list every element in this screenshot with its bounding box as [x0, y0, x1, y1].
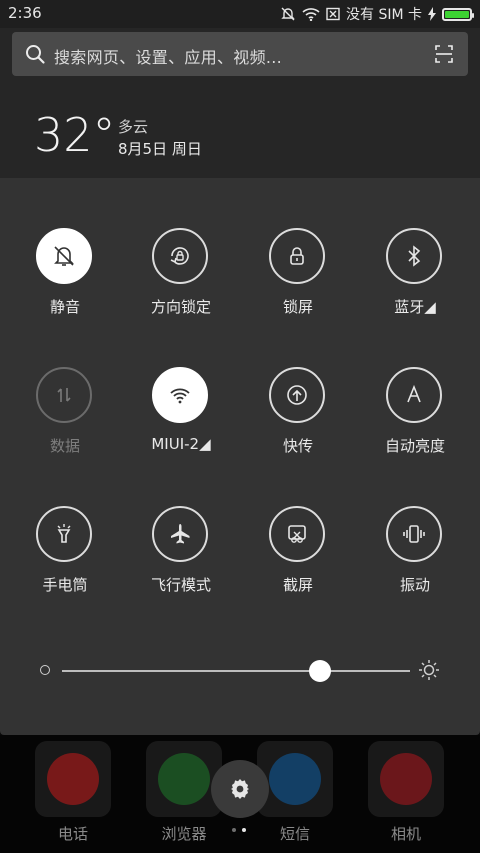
- search-bar[interactable]: 搜索网页、设置、应用、视频...: [12, 32, 468, 76]
- quick-transfer-icon: [269, 367, 325, 423]
- temperature: 32°: [34, 108, 116, 162]
- toggle-bluetooth[interactable]: 蓝牙◢: [360, 228, 470, 338]
- vibrate-icon: [386, 506, 442, 562]
- toggle-label: 锁屏: [282, 298, 313, 316]
- search-icon: [26, 45, 45, 64]
- browser-app-icon: [146, 741, 222, 817]
- toggle-label: 数据: [49, 437, 80, 455]
- camera-app-icon: [368, 741, 444, 817]
- wifi-icon: [302, 8, 320, 21]
- sim-status-text: 没有 SIM 卡: [346, 7, 422, 23]
- brightness-slider[interactable]: [40, 655, 440, 685]
- weather-date: 8月5日 周日: [118, 140, 202, 158]
- phone-app-icon: [35, 741, 111, 817]
- page-dot: [232, 828, 236, 832]
- page-indicator: [232, 828, 246, 832]
- search-placeholder: 搜索网页、设置、应用、视频...: [54, 48, 283, 67]
- app-label: 浏览器: [161, 825, 207, 843]
- mobile-data-icon: [36, 367, 92, 423]
- toggle-label: 静音: [49, 298, 80, 316]
- brightness-track[interactable]: [62, 670, 410, 672]
- toggle-label: 快传: [282, 437, 313, 455]
- bell-off-icon: [36, 228, 92, 284]
- bluetooth-icon: [386, 228, 442, 284]
- flashlight-icon: [36, 506, 92, 562]
- toggle-wifi[interactable]: MIUI-2◢: [126, 367, 236, 477]
- gear-icon: [231, 779, 249, 799]
- status-bar: 2:36 没有 SIM 卡: [0, 0, 480, 28]
- app-label: 电话: [57, 825, 88, 843]
- muted-bell-icon: [281, 7, 295, 21]
- screenshot-icon: [269, 506, 325, 562]
- wifi-icon: [152, 367, 208, 423]
- auto-brightness-icon: [386, 367, 442, 423]
- toggle-lock-screen[interactable]: 锁屏: [243, 228, 353, 338]
- toggle-auto-brightness[interactable]: 自动亮度: [360, 367, 470, 477]
- brightness-high-icon: [419, 660, 439, 680]
- lock-icon: [269, 228, 325, 284]
- toggle-label: 自动亮度: [384, 437, 445, 455]
- brightness-low-icon: [40, 665, 50, 675]
- page-dot-active: [242, 828, 246, 832]
- no-sim-icon: [326, 7, 340, 21]
- charging-icon: [428, 7, 436, 21]
- settings-button[interactable]: [211, 760, 269, 818]
- toggle-label: 蓝牙◢: [394, 298, 436, 316]
- toggle-quick-transfer[interactable]: 快传: [243, 367, 353, 477]
- scan-icon[interactable]: [434, 44, 454, 64]
- toggle-label: MIUI-2◢: [151, 435, 211, 453]
- app-label: 短信: [279, 825, 310, 843]
- messages-app-icon: [257, 741, 333, 817]
- toggle-silent[interactable]: 静音: [10, 228, 120, 338]
- weather-condition: 多云: [118, 118, 149, 136]
- toggle-screenshot[interactable]: 截屏: [243, 506, 353, 616]
- toggle-label: 振动: [399, 576, 430, 594]
- dock-app-camera[interactable]: 相机: [368, 741, 444, 844]
- toggle-flashlight[interactable]: 手电筒: [10, 506, 120, 616]
- toggle-rotation-lock[interactable]: 方向锁定: [126, 228, 236, 338]
- airplane-icon: [152, 506, 208, 562]
- status-icons: 没有 SIM 卡: [280, 4, 474, 24]
- dock-app-phone[interactable]: 电话: [35, 741, 111, 844]
- toggle-label: 方向锁定: [150, 298, 211, 316]
- brightness-knob[interactable]: [308, 660, 331, 682]
- toggle-label: 截屏: [282, 576, 313, 594]
- toggle-label: 飞行模式: [150, 576, 211, 594]
- rotation-lock-icon: [152, 228, 208, 284]
- toggle-airplane-mode[interactable]: 飞行模式: [126, 506, 236, 616]
- toggle-mobile-data[interactable]: 数据: [10, 367, 120, 477]
- toggle-vibrate[interactable]: 振动: [360, 506, 470, 616]
- toggle-label: 手电筒: [42, 576, 88, 594]
- battery-fill: [445, 10, 469, 18]
- battery-icon: [442, 7, 474, 21]
- app-label: 相机: [390, 825, 421, 843]
- status-time: 2:36: [8, 4, 42, 22]
